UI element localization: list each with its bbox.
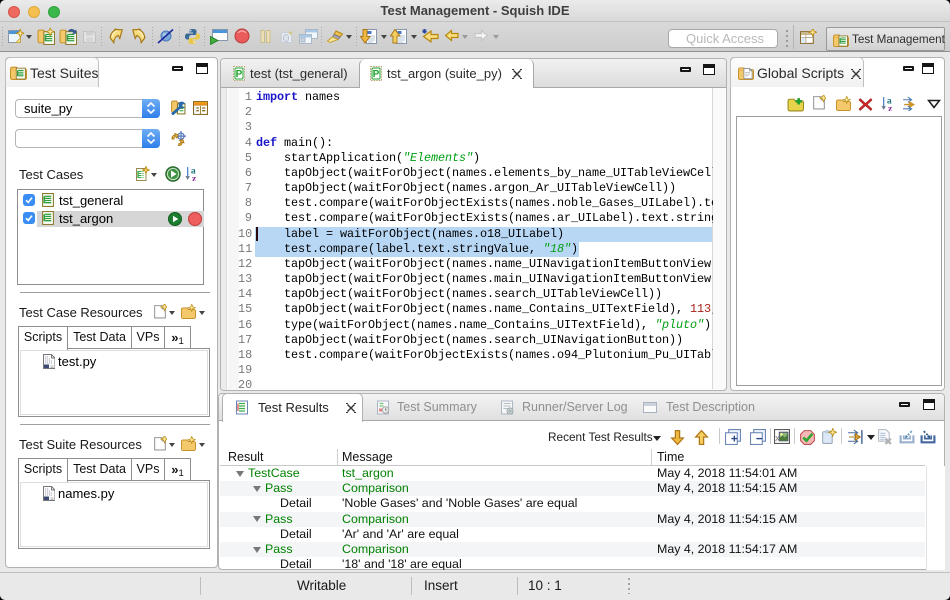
- svg-text:P: P: [373, 69, 380, 80]
- svg-text:P: P: [236, 69, 243, 80]
